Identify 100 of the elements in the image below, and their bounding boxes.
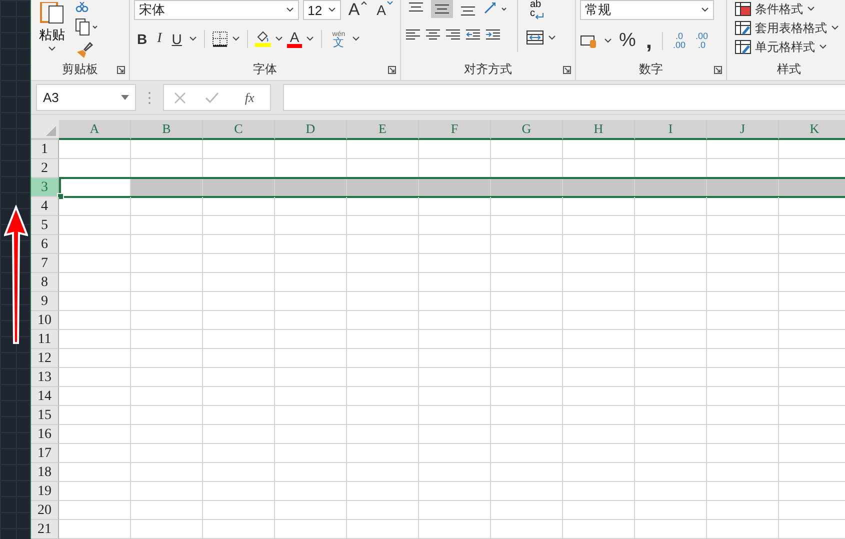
vertical-align-button[interactable] [431, 0, 453, 18]
table-cell [347, 406, 419, 425]
table-cell [59, 501, 131, 520]
table-cell [635, 482, 707, 501]
table-cell [635, 501, 707, 520]
table-cell [347, 387, 419, 406]
borders-icon[interactable] [212, 31, 228, 47]
table-cell [635, 197, 707, 216]
column-header[interactable]: G [491, 120, 563, 140]
font-name-dropdown[interactable]: 宋体 [134, 0, 299, 20]
table-cell [131, 254, 203, 273]
table-cell [347, 444, 419, 463]
align-lines-icon [434, 2, 450, 16]
horizontal-align-icon[interactable] [425, 28, 441, 42]
row-header[interactable]: 10 [31, 311, 59, 330]
column-header[interactable]: I [635, 120, 707, 140]
row-header[interactable]: 12 [31, 349, 59, 368]
increase-indent-icon[interactable] [485, 28, 501, 42]
row-header[interactable]: 8 [31, 273, 59, 292]
row-header[interactable]: 7 [31, 254, 59, 273]
wrap-text-button[interactable]: ab c [526, 0, 556, 20]
row-header[interactable]: 6 [31, 235, 59, 254]
row-header[interactable]: 13 [31, 368, 59, 387]
row-header[interactable]: 2 [31, 159, 59, 178]
dialog-launcher-icon[interactable] [563, 66, 571, 74]
table-style-icon [735, 40, 751, 54]
style-menu-button[interactable]: 单元格样式 [731, 38, 845, 56]
percent-button[interactable]: % [616, 30, 639, 52]
dialog-launcher-icon[interactable] [388, 66, 396, 74]
table-cell [491, 482, 563, 501]
caret-icon[interactable] [548, 34, 556, 40]
column-header[interactable]: C [203, 120, 275, 140]
table-cell [347, 254, 419, 273]
column-header[interactable]: B [131, 120, 203, 140]
style-menu-button[interactable]: 条件格式 [731, 0, 845, 18]
table-cell [491, 368, 563, 387]
column-header[interactable]: J [707, 120, 779, 140]
column-header[interactable]: K [779, 120, 845, 140]
dialog-launcher-icon[interactable] [117, 66, 125, 74]
bold-button[interactable]: B [134, 31, 150, 47]
horizontal-align-icon[interactable] [445, 28, 461, 42]
font-size-dropdown[interactable]: 12 [302, 0, 342, 20]
copy-icon[interactable] [75, 18, 99, 36]
row-header[interactable]: 14 [31, 387, 59, 406]
column-header[interactable]: E [347, 120, 419, 140]
grow-font-button[interactable]: A [345, 1, 370, 19]
caret-icon[interactable] [306, 36, 314, 42]
table-cell [275, 216, 347, 235]
table-cell [419, 330, 491, 349]
paintbrush-icon[interactable] [75, 42, 93, 58]
row-header[interactable]: 4 [31, 197, 59, 216]
checkmark-icon[interactable] [205, 92, 220, 104]
row-header[interactable]: 3 [31, 178, 59, 197]
shrink-font-button[interactable]: A [374, 1, 396, 19]
column-header[interactable]: A [59, 120, 131, 140]
row-header[interactable]: 9 [31, 292, 59, 311]
style-menu-button[interactable]: 套用表格格式 [731, 19, 845, 37]
row-header[interactable]: 20 [31, 501, 59, 520]
decrease-indent-icon[interactable] [465, 28, 481, 42]
font-color-button[interactable]: A [286, 30, 302, 48]
table-cell [491, 216, 563, 235]
row-header[interactable]: 16 [31, 425, 59, 444]
row-header[interactable]: 1 [31, 140, 59, 159]
table-cell [203, 406, 275, 425]
italic-button[interactable]: I [154, 31, 165, 47]
row-header[interactable]: 19 [31, 482, 59, 501]
increase-decimal-button[interactable]: .0 .00 [670, 32, 689, 50]
row-header[interactable]: 18 [31, 463, 59, 482]
drag-handle-icon[interactable] [148, 90, 151, 105]
paste-button[interactable]: 粘贴 [35, 0, 69, 58]
column-header[interactable]: D [275, 120, 347, 140]
name-box[interactable]: A3 [36, 84, 136, 112]
decrease-decimal-button[interactable]: .00 .0 [692, 32, 712, 50]
row-header[interactable]: 17 [31, 444, 59, 463]
column-header[interactable]: H [563, 120, 635, 140]
row-header[interactable]: 21 [31, 520, 59, 539]
row-header[interactable]: 5 [31, 216, 59, 235]
dialog-launcher-icon[interactable] [714, 66, 722, 74]
fill-color-icon[interactable] [254, 31, 271, 47]
caret-icon[interactable] [188, 36, 197, 42]
table-cell [419, 292, 491, 311]
caret-icon[interactable] [604, 38, 612, 44]
caret-icon[interactable] [232, 36, 240, 42]
formula-input-field[interactable] [283, 84, 845, 112]
up-caret-icon [360, 1, 367, 5]
caret-icon[interactable] [352, 36, 360, 42]
insert-function-button[interactable]: fx [238, 88, 260, 107]
table-cell [131, 406, 203, 425]
table-cell [563, 482, 635, 501]
underline-button[interactable]: U [168, 31, 185, 47]
row-header[interactable]: 15 [31, 406, 59, 425]
horizontal-align-icon[interactable] [405, 28, 421, 42]
table-style-icon [735, 21, 751, 35]
table-cell [419, 140, 491, 159]
scissors-icon[interactable] [75, 2, 89, 12]
row-header[interactable]: 11 [31, 330, 59, 349]
caret-icon[interactable] [274, 36, 283, 42]
merge-cells-icon[interactable] [526, 30, 544, 45]
column-header[interactable]: F [419, 120, 491, 140]
number-format-dropdown[interactable]: 常规 [580, 0, 714, 20]
